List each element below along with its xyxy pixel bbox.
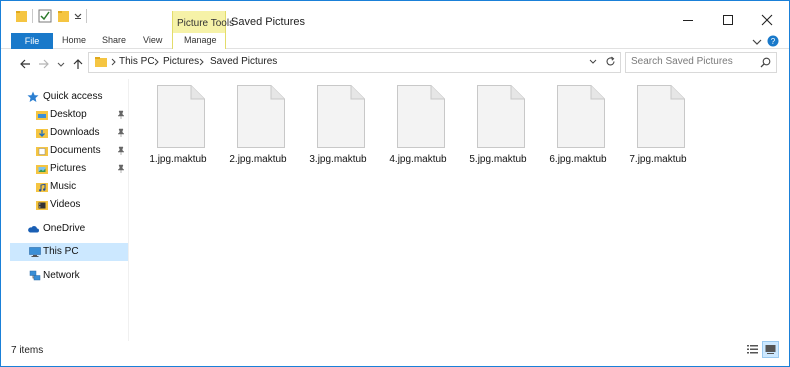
file-item[interactable]: 6.jpg.maktub bbox=[544, 85, 612, 171]
breadcrumb-pictures[interactable]: Pictures bbox=[163, 56, 199, 67]
onedrive-cloud-icon bbox=[28, 226, 39, 233]
help-icon[interactable]: ? bbox=[767, 35, 779, 47]
file-item[interactable]: 5.jpg.maktub bbox=[464, 85, 532, 171]
nav-label: OneDrive bbox=[43, 223, 86, 234]
quick-access-divider bbox=[32, 9, 33, 23]
videos-folder-icon bbox=[36, 201, 48, 210]
folder-icon[interactable] bbox=[15, 8, 28, 24]
file-item[interactable]: 4.jpg.maktub bbox=[384, 85, 452, 171]
pin-icon[interactable] bbox=[117, 128, 125, 137]
back-arrow-icon[interactable] bbox=[19, 58, 31, 70]
pictures-folder-icon bbox=[36, 165, 48, 174]
large-icons-view-button[interactable] bbox=[762, 341, 779, 358]
desktop-folder-icon bbox=[36, 111, 48, 120]
file-icon bbox=[477, 85, 525, 148]
tab-view[interactable]: View bbox=[143, 35, 162, 45]
nav-label: Videos bbox=[50, 199, 81, 210]
folder-icon bbox=[95, 57, 107, 67]
address-bar[interactable]: This PC Pictures Saved Pictures bbox=[88, 52, 621, 73]
window-title: Saved Pictures bbox=[231, 16, 305, 28]
item-count: 7 items bbox=[11, 345, 44, 356]
file-item[interactable]: 7.jpg.maktub bbox=[624, 85, 692, 171]
nav-network[interactable]: Network bbox=[10, 267, 128, 285]
recent-locations-chevron-icon[interactable] bbox=[57, 58, 65, 70]
downloads-folder-icon bbox=[36, 129, 48, 138]
file-name: 1.jpg.maktub bbox=[149, 154, 207, 165]
computer-icon bbox=[29, 247, 41, 257]
title-bar bbox=[1, 1, 789, 31]
nav-desktop[interactable]: Desktop bbox=[10, 106, 128, 124]
file-name: 3.jpg.maktub bbox=[309, 154, 367, 165]
nav-label: Pictures bbox=[50, 163, 87, 174]
nav-downloads[interactable]: Downloads bbox=[10, 124, 128, 142]
nav-label: Documents bbox=[50, 145, 101, 156]
close-button[interactable] bbox=[752, 10, 782, 30]
minimize-button[interactable] bbox=[673, 10, 703, 30]
nav-videos[interactable]: Videos bbox=[10, 196, 128, 214]
new-folder-icon[interactable] bbox=[57, 8, 70, 24]
refresh-icon[interactable] bbox=[605, 56, 616, 67]
file-icon bbox=[637, 85, 685, 148]
file-name: 4.jpg.maktub bbox=[389, 154, 447, 165]
pin-icon[interactable] bbox=[117, 164, 125, 173]
documents-folder-icon bbox=[36, 147, 48, 156]
tab-home[interactable]: Home bbox=[62, 35, 86, 45]
star-icon bbox=[27, 91, 39, 102]
large-icons-view-icon bbox=[765, 345, 776, 354]
file-icon bbox=[237, 85, 285, 148]
maximize-button[interactable] bbox=[713, 10, 743, 30]
file-explorer-window: Picture Tools Saved Pictures File Home S… bbox=[0, 0, 790, 367]
file-icon bbox=[317, 85, 365, 148]
pin-icon[interactable] bbox=[117, 110, 125, 119]
nav-pictures[interactable]: Pictures bbox=[10, 160, 128, 178]
picture-tools-label: Picture Tools bbox=[177, 18, 235, 29]
nav-label: Music bbox=[50, 181, 77, 192]
tab-file[interactable]: File bbox=[11, 33, 53, 49]
customize-dropdown-icon[interactable] bbox=[73, 8, 83, 24]
search-placeholder: Search Saved Pictures bbox=[631, 56, 733, 67]
search-icon[interactable] bbox=[760, 57, 771, 68]
breadcrumb-saved-pictures[interactable]: Saved Pictures bbox=[210, 56, 277, 67]
file-item[interactable]: 3.jpg.maktub bbox=[304, 85, 372, 171]
breadcrumb-this-pc[interactable]: This PC bbox=[119, 56, 155, 67]
breadcrumb-chevron-icon[interactable] bbox=[154, 58, 160, 66]
nav-music[interactable]: Music bbox=[10, 178, 128, 196]
music-folder-icon bbox=[36, 183, 48, 192]
up-arrow-icon[interactable] bbox=[72, 58, 84, 70]
nav-label: Desktop bbox=[50, 109, 87, 120]
search-box[interactable]: Search Saved Pictures bbox=[625, 52, 777, 73]
nav-label: Downloads bbox=[50, 127, 100, 138]
file-icon bbox=[397, 85, 445, 148]
file-icon bbox=[557, 85, 605, 148]
properties-check-icon[interactable] bbox=[38, 8, 52, 24]
file-name: 5.jpg.maktub bbox=[469, 154, 527, 165]
forward-arrow-icon[interactable] bbox=[38, 58, 50, 70]
tab-share[interactable]: Share bbox=[102, 35, 126, 45]
expand-ribbon-icon[interactable] bbox=[752, 37, 762, 47]
nav-label: This PC bbox=[43, 246, 79, 257]
navigation-pane: Quick access Desktop Downloads Documents… bbox=[10, 79, 128, 341]
breadcrumb-chevron-icon[interactable] bbox=[199, 58, 205, 66]
svg-text:?: ? bbox=[771, 37, 776, 46]
navigation-pane-divider bbox=[128, 79, 129, 341]
tab-manage[interactable]: Manage bbox=[184, 35, 217, 45]
title-divider bbox=[86, 9, 87, 23]
details-view-icon[interactable] bbox=[746, 343, 759, 356]
network-icon bbox=[29, 270, 41, 281]
nav-documents[interactable]: Documents bbox=[10, 142, 128, 160]
breadcrumb-chevron-icon[interactable] bbox=[111, 58, 117, 66]
file-name: 7.jpg.maktub bbox=[629, 154, 687, 165]
file-name: 6.jpg.maktub bbox=[549, 154, 607, 165]
file-name: 2.jpg.maktub bbox=[229, 154, 287, 165]
nav-this-pc[interactable]: This PC bbox=[10, 243, 128, 261]
nav-label: Quick access bbox=[43, 91, 103, 102]
nav-onedrive[interactable]: OneDrive bbox=[10, 220, 128, 238]
file-item[interactable]: 1.jpg.maktub bbox=[144, 85, 212, 171]
pin-icon[interactable] bbox=[117, 146, 125, 155]
address-dropdown-icon[interactable] bbox=[589, 59, 597, 65]
file-item[interactable]: 2.jpg.maktub bbox=[224, 85, 292, 171]
nav-label: Network bbox=[43, 270, 80, 281]
nav-quick-access[interactable]: Quick access bbox=[10, 88, 128, 106]
file-icon bbox=[157, 85, 205, 148]
